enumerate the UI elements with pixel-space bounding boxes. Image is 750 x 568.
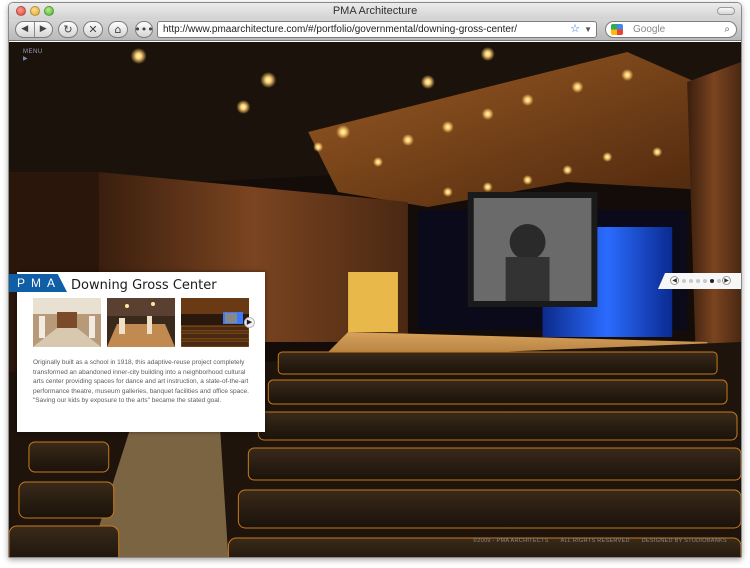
search-placeholder: Google <box>633 24 666 35</box>
slide-dot[interactable] <box>710 279 714 283</box>
history-dropdown-icon[interactable]: ▼ <box>584 22 592 37</box>
page-content: MENU ▶ Downing Gross Center ▶ Originally… <box>9 42 741 557</box>
stop-button[interactable]: ✕ <box>83 21 103 38</box>
slide-dot[interactable] <box>717 279 721 283</box>
footer-rights: ALL RIGHTS RESERVED <box>560 538 630 544</box>
title-bar: PMA Architecture <box>9 3 741 19</box>
project-info-panel: Downing Gross Center ▶ Originally built … <box>17 272 265 432</box>
footer-designer-link[interactable]: DESIGNED BY STUDIOBANKS <box>642 538 727 544</box>
slide-dot[interactable] <box>689 279 693 283</box>
bookmark-star-icon[interactable]: ☆ <box>570 22 580 37</box>
google-icon[interactable] <box>611 24 623 35</box>
forward-button[interactable]: ▶ <box>33 22 53 37</box>
reload-button[interactable]: ↻ <box>58 21 78 38</box>
slide-dot[interactable] <box>696 279 700 283</box>
slide-prev-button[interactable]: ◀ <box>670 276 679 285</box>
search-icon[interactable]: ⌕ <box>724 22 730 37</box>
menu-arrow-icon: ▶ <box>23 56 29 62</box>
dots-icon: ••• <box>134 23 154 36</box>
search-field[interactable]: Google ⌕ <box>605 21 737 38</box>
slide-dot[interactable] <box>682 279 686 283</box>
reload-icon: ↻ <box>63 23 73 36</box>
window-title: PMA Architecture <box>332 5 418 17</box>
toolbar-toggle-button[interactable] <box>717 7 735 15</box>
project-thumbnail[interactable] <box>33 298 101 347</box>
slide-next-button[interactable]: ▶ <box>722 276 731 285</box>
pma-logo[interactable]: PMA <box>9 274 67 292</box>
project-thumbnail[interactable] <box>181 298 249 347</box>
minimize-window-button[interactable] <box>30 6 40 16</box>
navigation-buttons: ◀ ▶ <box>15 21 53 38</box>
url-text: http://www.pmaarchitecture.com/#/portfol… <box>163 24 518 35</box>
stop-icon: ✕ <box>88 23 98 36</box>
project-title: Downing Gross Center <box>71 278 217 293</box>
address-bar[interactable]: http://www.pmaarchitecture.com/#/portfol… <box>157 21 597 38</box>
browser-window: PMA Architecture ◀ ▶ ↻ ✕ ⌂ ••• http://ww… <box>8 2 742 558</box>
slide-dot[interactable] <box>703 279 707 283</box>
thumbnails-next-button[interactable]: ▶ <box>244 317 255 328</box>
home-icon: ⌂ <box>114 23 122 36</box>
footer-copyright: ©2009 - PMA ARCHITECTS <box>472 538 549 544</box>
home-button[interactable]: ⌂ <box>108 21 128 38</box>
zoom-window-button[interactable] <box>44 6 54 16</box>
back-button[interactable]: ◀ <box>16 22 34 37</box>
site-menu-button[interactable]: MENU ▶ <box>23 49 43 62</box>
project-thumbnail[interactable] <box>107 298 175 347</box>
browser-toolbar: ◀ ▶ ↻ ✕ ⌂ ••• http://www.pmaarchitecture… <box>9 19 741 41</box>
slide-indicator <box>682 279 721 283</box>
project-description: Originally built as a school in 1918, th… <box>33 359 249 404</box>
page-menu-button[interactable]: ••• <box>134 21 154 38</box>
slideshow-controls: ◀ ▶ <box>658 273 741 289</box>
site-footer: ©2009 - PMA ARCHITECTS ALL RIGHTS RESERV… <box>473 538 727 544</box>
close-window-button[interactable] <box>16 6 26 16</box>
